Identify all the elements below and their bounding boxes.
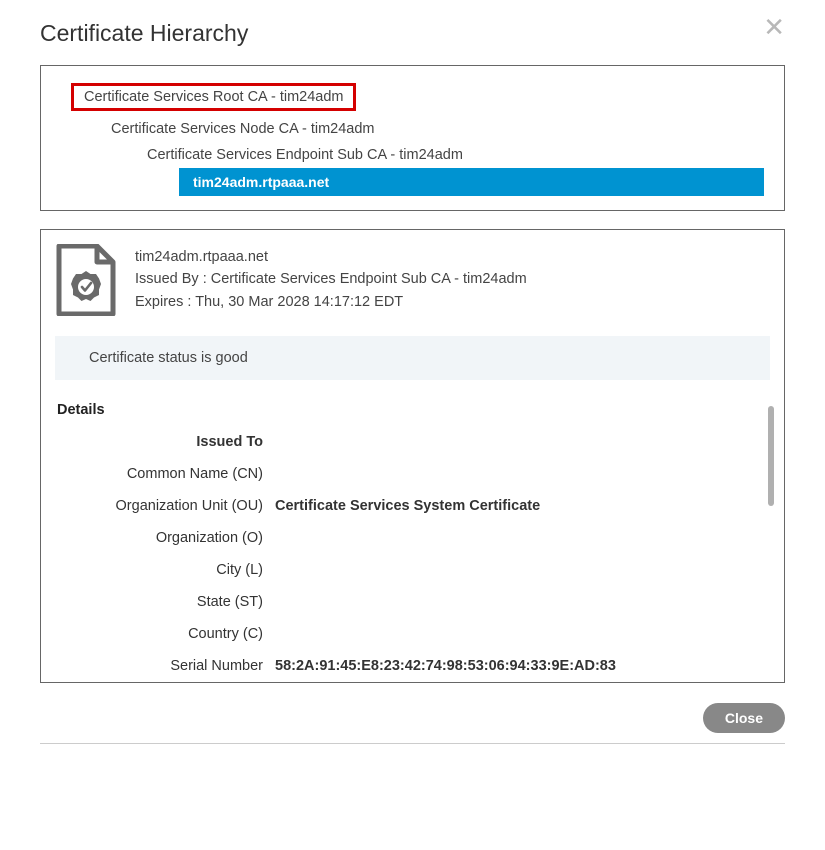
details-row-state: State (ST)	[55, 594, 758, 610]
details-scroll-area[interactable]: Details Issued To Common Name (CN) Organ…	[55, 402, 778, 678]
details-value	[275, 562, 758, 578]
details-label: Serial Number	[55, 658, 275, 674]
hierarchy-item-node-ca[interactable]: Certificate Services Node CA - tim24adm	[111, 116, 768, 142]
dialog-footer: Close	[40, 703, 785, 744]
certificate-status: Certificate status is good	[55, 336, 770, 380]
summary-subject: tim24adm.rtpaaa.net	[135, 246, 527, 268]
summary-expires-value: Thu, 30 Mar 2028 14:17:12 EDT	[195, 294, 403, 310]
hierarchy-item-label: tim24adm.rtpaaa.net	[179, 168, 764, 196]
dialog-header: Certificate Hierarchy ✕	[40, 20, 785, 47]
details-section-issued-to: Issued To	[55, 434, 758, 450]
summary-expires-row: Expires : Thu, 30 Mar 2028 14:17:12 EDT	[135, 291, 527, 313]
certificate-summary-text: tim24adm.rtpaaa.net Issued By : Certific…	[135, 244, 527, 313]
details-value	[275, 626, 758, 642]
details-row-cn: Common Name (CN)	[55, 466, 758, 482]
hierarchy-item-root-ca[interactable]: Certificate Services Root CA - tim24adm	[57, 78, 768, 116]
details-label: State (ST)	[55, 594, 275, 610]
hierarchy-item-label: Certificate Services Node CA - tim24adm	[111, 121, 375, 137]
details-label: Organization (O)	[55, 530, 275, 546]
details-value	[275, 594, 758, 610]
details-row-o: Organization (O)	[55, 530, 758, 546]
close-icon[interactable]: ✕	[763, 14, 785, 40]
details-row-ou: Organization Unit (OU) Certificate Servi…	[55, 498, 758, 514]
details-label: Common Name (CN)	[55, 466, 275, 482]
hierarchy-item-selected[interactable]: tim24adm.rtpaaa.net	[179, 168, 764, 196]
details-table: Issued To Common Name (CN) Organization …	[55, 434, 758, 674]
summary-issued-by-row: Issued By : Certificate Services Endpoin…	[135, 268, 527, 290]
close-button[interactable]: Close	[703, 703, 785, 733]
section-title: Issued To	[55, 434, 275, 450]
details-label: Organization Unit (OU)	[55, 498, 275, 514]
details-value	[275, 530, 758, 546]
details-label: City (L)	[55, 562, 275, 578]
hierarchy-panel: Certificate Services Root CA - tim24adm …	[40, 65, 785, 211]
certificate-icon	[55, 244, 117, 316]
details-label: Country (C)	[55, 626, 275, 642]
details-row-city: City (L)	[55, 562, 758, 578]
details-value: Certificate Services System Certificate	[275, 498, 758, 514]
certificate-details-panel: tim24adm.rtpaaa.net Issued By : Certific…	[40, 229, 785, 683]
hierarchy-item-endpoint-sub-ca[interactable]: Certificate Services Endpoint Sub CA - t…	[147, 142, 768, 168]
certificate-summary: tim24adm.rtpaaa.net Issued By : Certific…	[55, 244, 778, 316]
summary-expires-label: Expires :	[135, 294, 195, 310]
summary-issued-by-value: Certificate Services Endpoint Sub CA - t…	[211, 271, 527, 287]
details-row-serial: Serial Number 58:2A:91:45:E8:23:42:74:98…	[55, 658, 758, 674]
hierarchy-item-label: Certificate Services Endpoint Sub CA - t…	[147, 147, 463, 163]
summary-issued-by-label: Issued By :	[135, 271, 211, 287]
details-value: 58:2A:91:45:E8:23:42:74:98:53:06:94:33:9…	[275, 658, 758, 674]
details-heading: Details	[57, 402, 758, 418]
hierarchy-item-label: Certificate Services Root CA - tim24adm	[71, 83, 356, 111]
details-value	[275, 466, 758, 482]
details-row-country: Country (C)	[55, 626, 758, 642]
status-message: Certificate status is good	[89, 350, 248, 366]
dialog-title: Certificate Hierarchy	[40, 20, 248, 47]
